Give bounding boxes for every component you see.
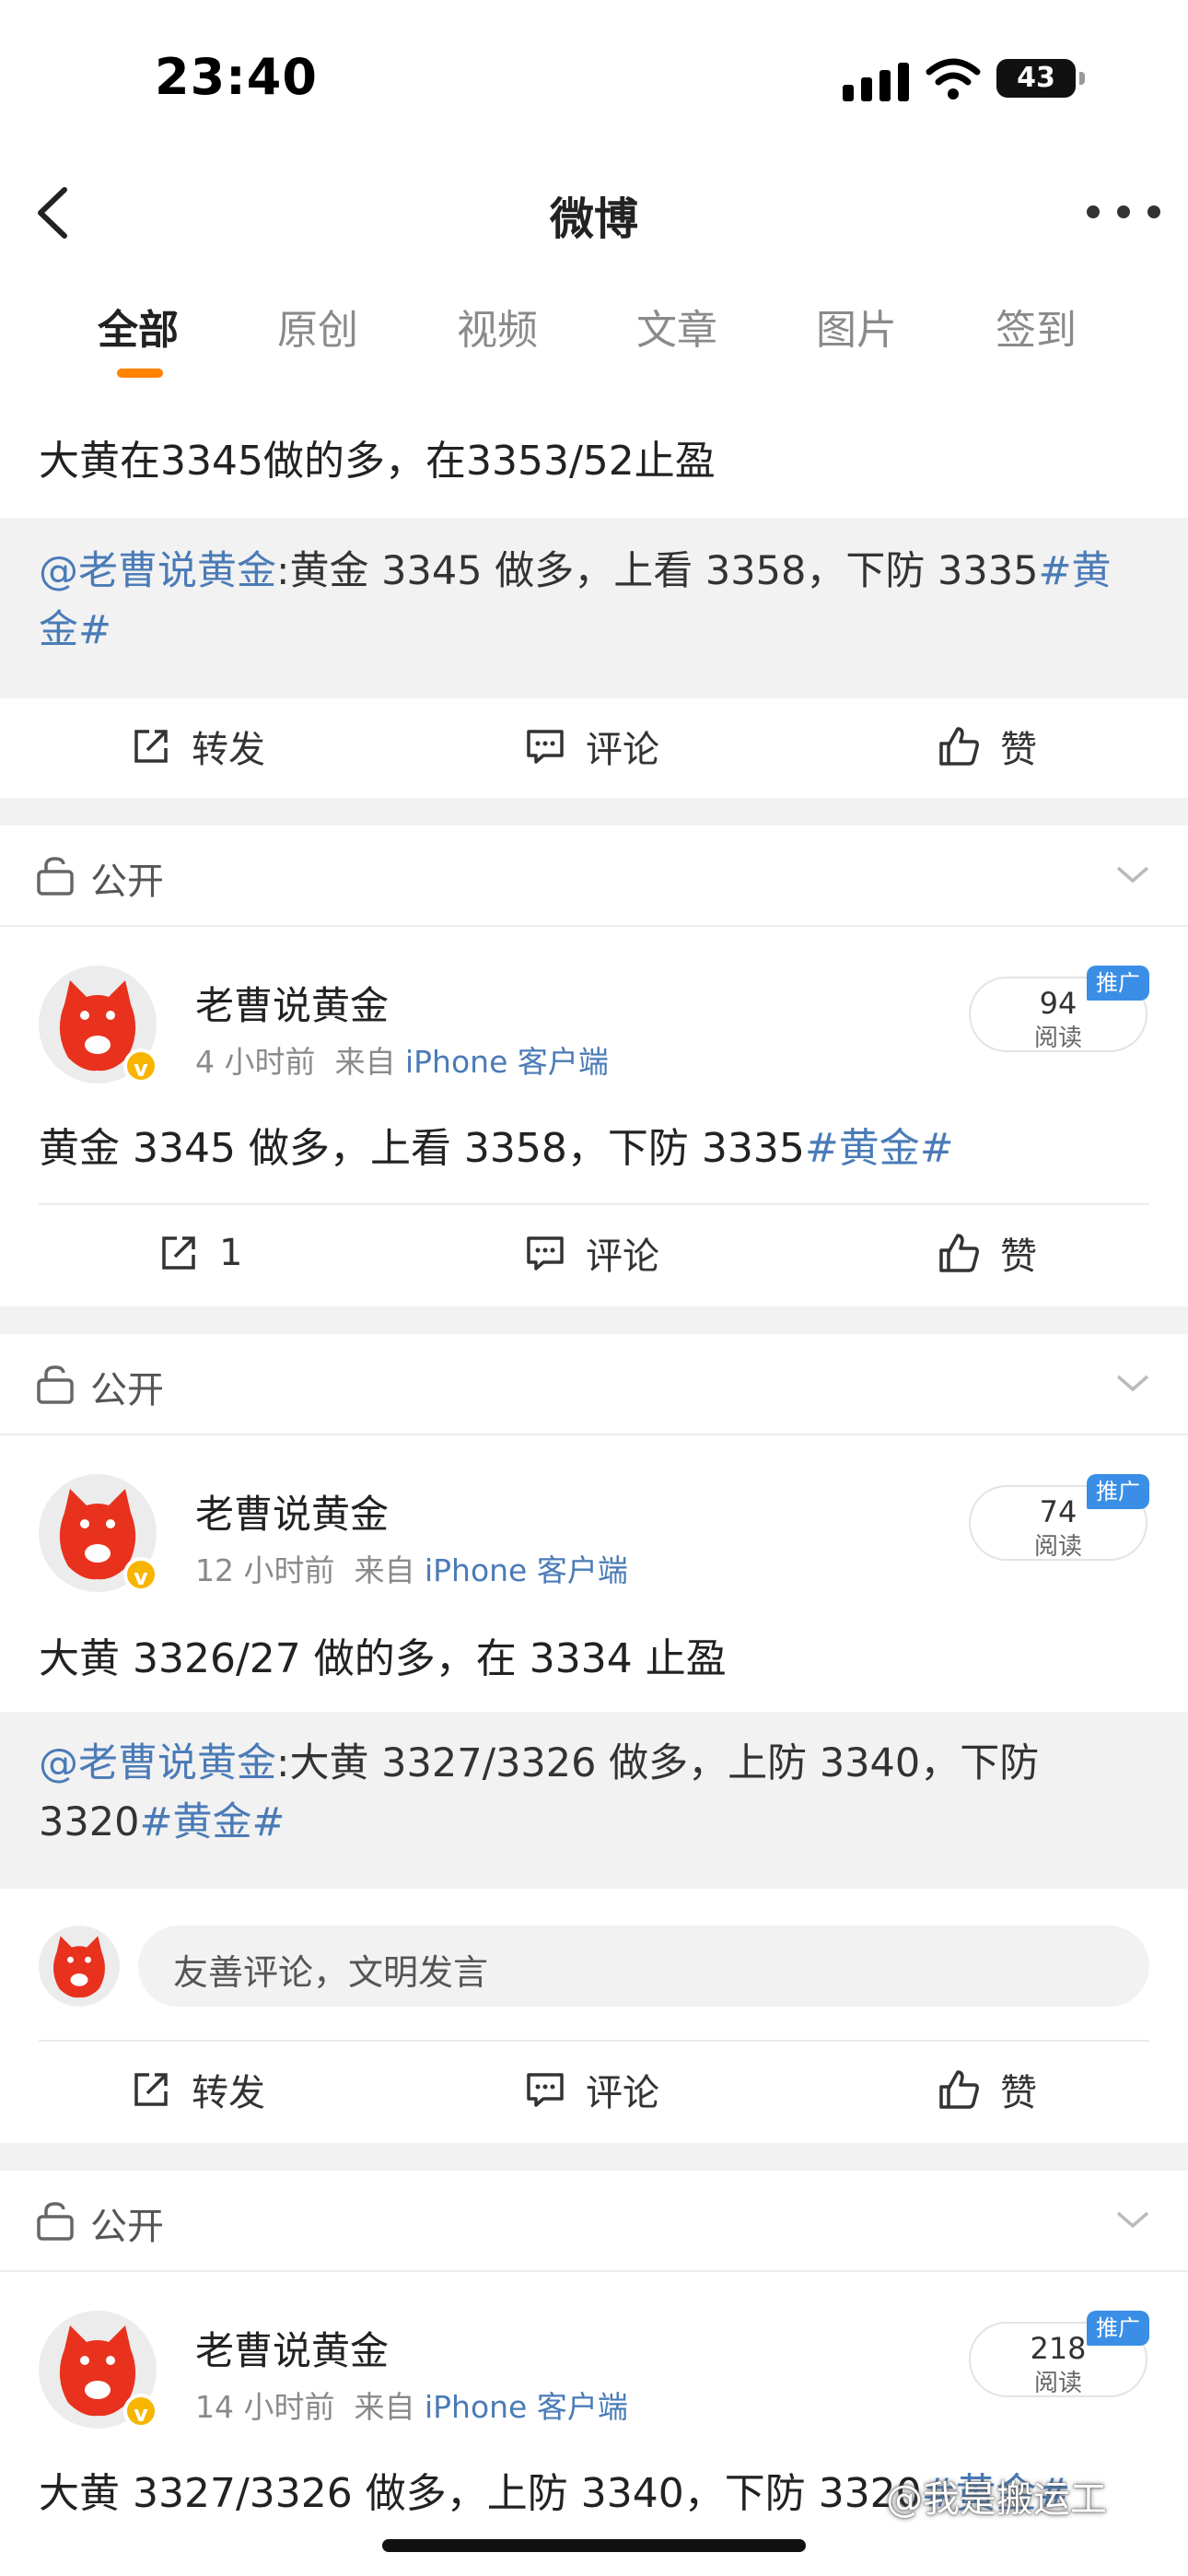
comment-input[interactable]: 友善评论，文明发言: [138, 1926, 1149, 2007]
post-meta: 4 小时前 来自 iPhone 客户端: [195, 1044, 609, 1080]
cellular-signal-icon: [843, 61, 909, 101]
unlock-icon: [37, 2202, 74, 2241]
thumbs-up-icon: [939, 2070, 979, 2109]
active-tab-indicator: [117, 369, 163, 378]
mention-link[interactable]: @老曹说黄金: [39, 1740, 276, 1786]
tab-all[interactable]: 全部: [55, 297, 221, 356]
avatar[interactable]: v: [39, 1474, 158, 1592]
battery-indicator: 43: [996, 59, 1085, 98]
repost-button[interactable]: 1: [158, 1225, 242, 1281]
post-text: 黄金 3345 做多，上看 3358，下防 3335#黄金#: [39, 1125, 954, 1172]
tab-original[interactable]: 原创: [235, 297, 401, 356]
mention-link[interactable]: @老曹说黄金: [39, 548, 276, 594]
share-icon: [134, 730, 168, 763]
share-icon: [162, 1236, 195, 1270]
more-options-icon[interactable]: [1087, 184, 1160, 240]
comment-icon: [527, 2073, 564, 2107]
tab-video[interactable]: 视频: [414, 297, 580, 356]
visibility-label: 公开: [90, 2206, 164, 2248]
promote-button[interactable]: 推广: [1087, 1474, 1149, 1509]
chevron-down-icon[interactable]: [1114, 861, 1151, 888]
watermark: @我是搬运工: [886, 2478, 1107, 2521]
repost-button[interactable]: 转发: [131, 2062, 265, 2117]
comment-button[interactable]: 评论: [525, 1225, 659, 1281]
source-link[interactable]: iPhone 客户端: [405, 1044, 609, 1080]
thumbs-up-icon: [939, 727, 979, 766]
visibility-row[interactable]: 公开: [0, 2171, 1188, 2270]
comment-icon: [527, 1236, 564, 1270]
verified-badge: v: [123, 2394, 158, 2429]
like-button[interactable]: 赞: [938, 2062, 1037, 2117]
author-name[interactable]: 老曹说黄金: [195, 1483, 389, 1540]
tab-checkin[interactable]: 签到: [953, 297, 1119, 356]
tab-article[interactable]: 文章: [594, 297, 760, 356]
share-icon: [134, 2073, 168, 2106]
unlock-icon: [37, 1365, 74, 1404]
comment-button[interactable]: 评论: [525, 2062, 659, 2117]
avatar[interactable]: v: [39, 2311, 158, 2429]
repost-button[interactable]: 转发: [131, 719, 265, 774]
filter-tabs: 全部 原创 视频 文章 图片 签到: [0, 269, 1188, 381]
post-meta: 14 小时前 来自 iPhone 客户端: [195, 2389, 628, 2425]
section-divider: [0, 1306, 1188, 1334]
unlock-icon: [37, 857, 74, 896]
status-bar: 23:40 43: [0, 0, 1188, 157]
source-link[interactable]: iPhone 客户端: [425, 2389, 628, 2425]
my-avatar: [39, 1926, 120, 2007]
chevron-down-icon[interactable]: [1114, 2206, 1151, 2233]
like-button[interactable]: 赞: [938, 719, 1037, 774]
visibility-label: 公开: [90, 861, 164, 903]
topic-link[interactable]: #黄金#: [805, 1125, 954, 1172]
repost-quote[interactable]: @老曹说黄金:大黄 3327/3326 做多，上防 3340，下防 3320#黄金…: [0, 1712, 1188, 1889]
visibility-row[interactable]: 公开: [0, 1334, 1188, 1434]
verified-badge: v: [123, 1048, 158, 1083]
section-divider: [0, 2143, 1188, 2171]
author-name[interactable]: 老曹说黄金: [195, 975, 389, 1031]
visibility-label: 公开: [90, 1369, 164, 1411]
post-text: 大黄在3345做的多，在3353/52止盈: [39, 438, 716, 485]
comment-icon: [527, 730, 564, 764]
thumbs-up-icon: [939, 1234, 979, 1272]
post-text: 大黄 3326/27 做的多，在 3334 止盈: [39, 1635, 727, 1682]
section-divider: [0, 798, 1188, 825]
status-time: 23:40: [155, 48, 318, 106]
promote-button[interactable]: 推广: [1087, 966, 1149, 1001]
visibility-row[interactable]: 公开: [0, 825, 1188, 925]
topic-link[interactable]: #黄金#: [139, 1799, 285, 1845]
page-title: 微博: [549, 193, 638, 245]
avatar[interactable]: v: [39, 966, 158, 1083]
source-link[interactable]: iPhone 客户端: [425, 1552, 628, 1588]
comment-button[interactable]: 评论: [525, 719, 659, 774]
wifi-icon: [926, 58, 981, 100]
post-meta: 12 小时前 来自 iPhone 客户端: [195, 1552, 628, 1588]
tab-images[interactable]: 图片: [774, 297, 939, 356]
home-indicator[interactable]: [382, 2539, 806, 2552]
lucky-cat-avatar-icon: [53, 1936, 105, 1998]
repost-quote[interactable]: @老曹说黄金:黄金 3345 做多，上看 3358，下防 3335#黄金#: [0, 518, 1188, 698]
author-name[interactable]: 老曹说黄金: [195, 2320, 389, 2376]
nav-bar: 微博: [0, 157, 1188, 271]
verified-badge: v: [123, 1557, 158, 1592]
like-button[interactable]: 赞: [938, 1225, 1037, 1281]
promote-button[interactable]: 推广: [1087, 2311, 1149, 2346]
chevron-down-icon[interactable]: [1114, 1369, 1151, 1397]
